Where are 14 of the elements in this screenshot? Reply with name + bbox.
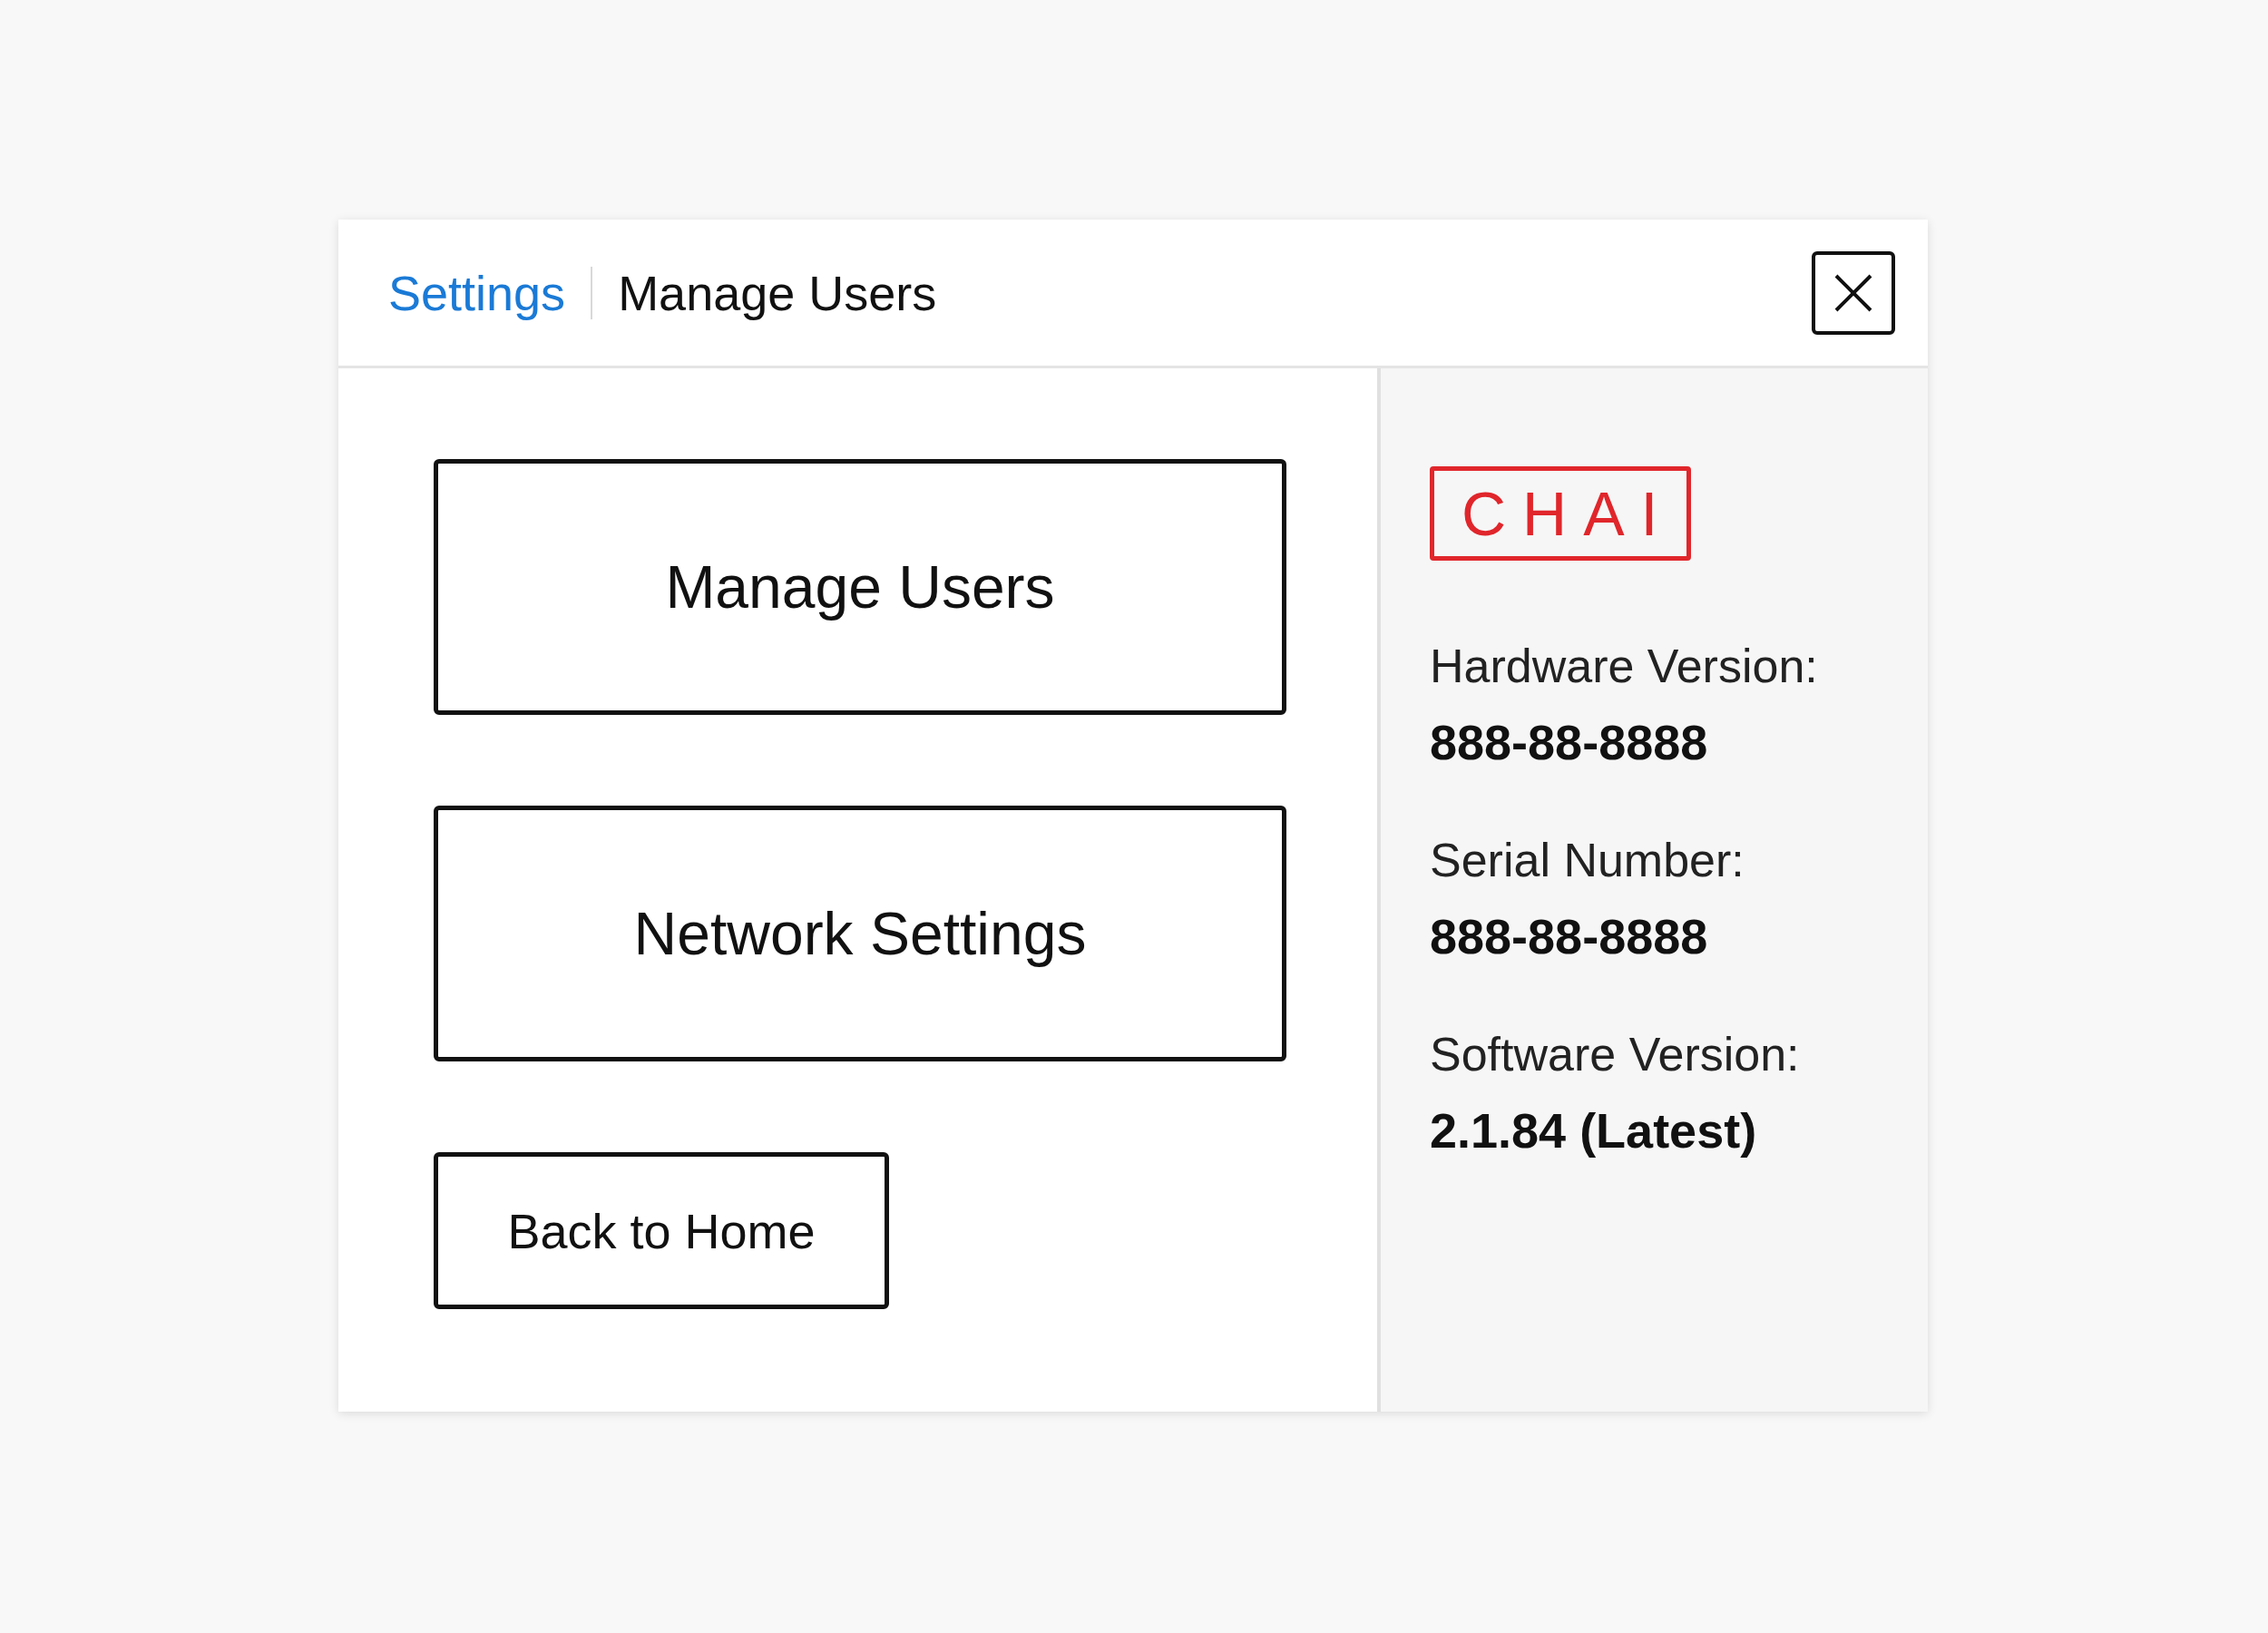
- menu-button[interactable]: Back to Home: [434, 1152, 889, 1309]
- info-label: Hardware Version:: [1430, 639, 1819, 694]
- info-label: Serial Number:: [1430, 833, 1745, 888]
- menu-button[interactable]: Network Settings: [434, 806, 1286, 1061]
- info-value: 888-88-8888: [1430, 908, 1709, 965]
- settings-link[interactable]: Settings: [388, 264, 566, 321]
- logo: CHAI: [1430, 466, 1692, 561]
- info-label: Software Version:: [1430, 1027, 1801, 1082]
- close-icon: [1833, 272, 1873, 313]
- close-button[interactable]: [1812, 250, 1895, 335]
- info-value: 2.1.84 (Latest): [1430, 1102, 1758, 1159]
- info-value: 888-88-8888: [1430, 714, 1709, 771]
- menu-button[interactable]: Manage Users: [434, 459, 1286, 715]
- page-title: Manage Users: [618, 264, 937, 321]
